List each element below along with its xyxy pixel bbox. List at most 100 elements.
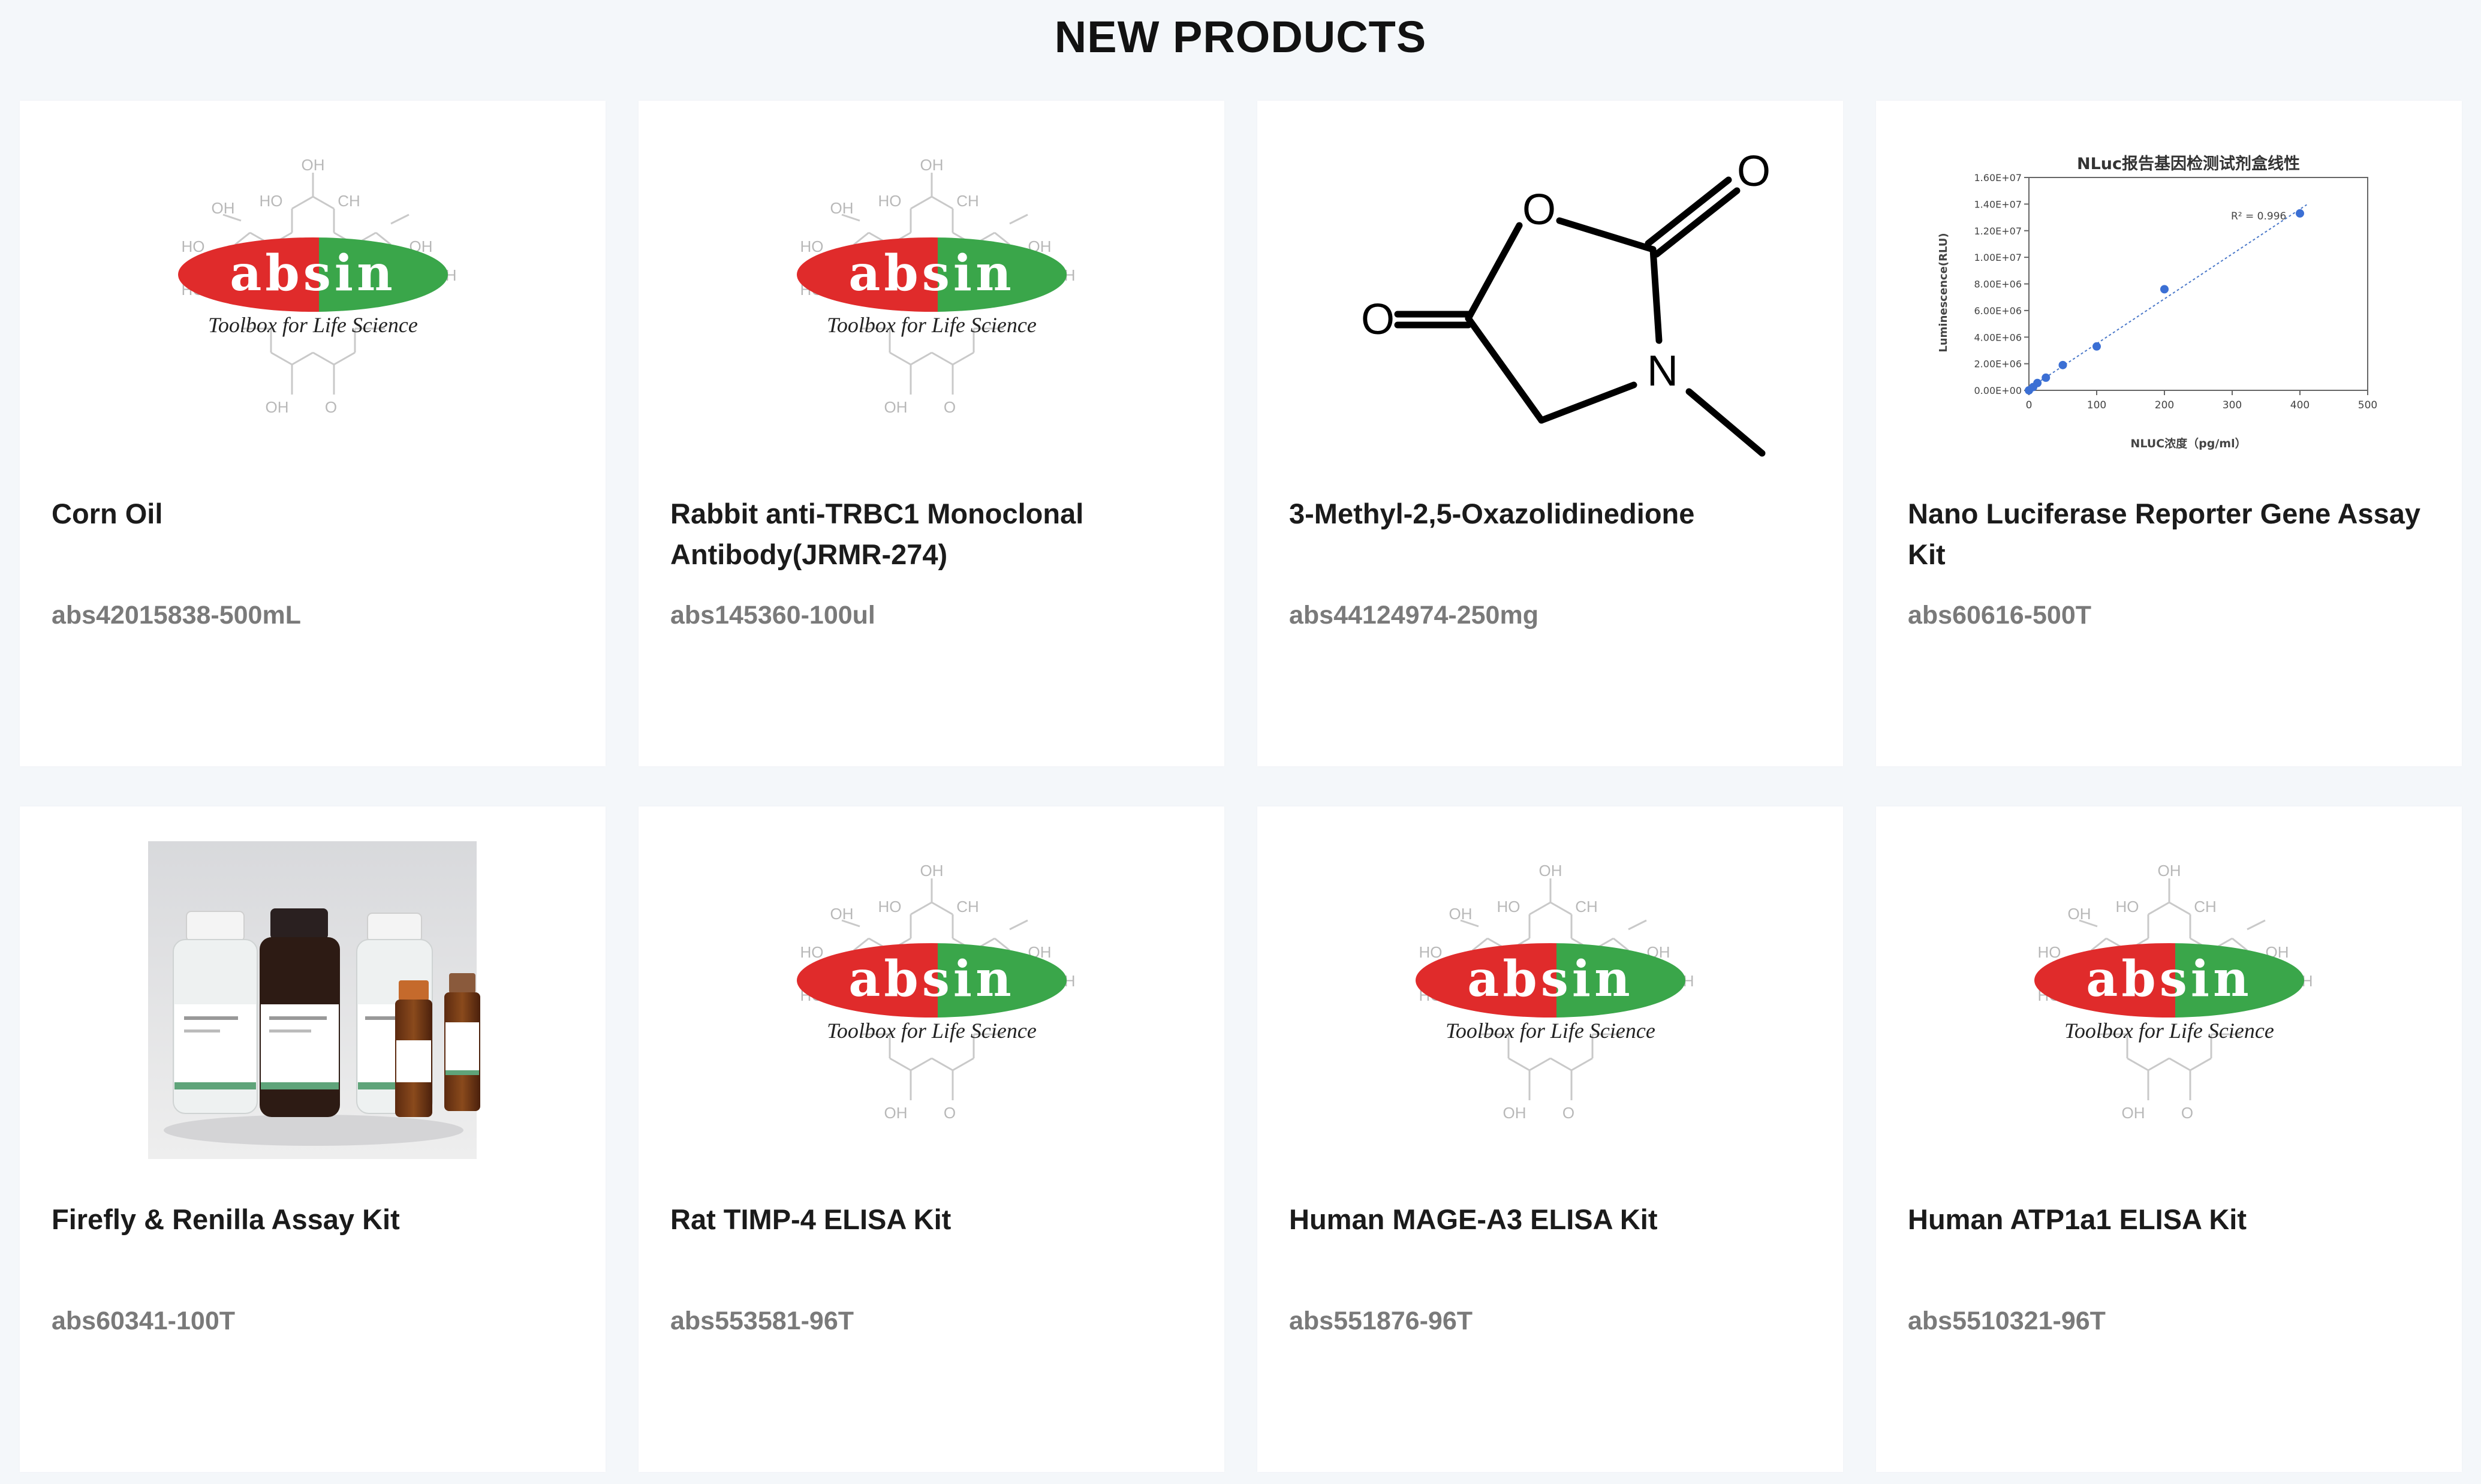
chart-y-label: Luminescence(RLU) <box>1937 233 1950 352</box>
product-image[interactable] <box>20 806 606 1178</box>
x-tick-label: 0 <box>2026 399 2033 411</box>
svg-text:HO: HO <box>800 237 823 255</box>
product-sku: abs60341-100T <box>52 1307 235 1335</box>
data-point <box>2058 360 2067 369</box>
y-tick-label: 4.00E+06 <box>1974 332 2022 343</box>
svg-text:HO: HO <box>878 192 901 210</box>
svg-text:OH: OH <box>830 905 853 923</box>
svg-text:HO: HO <box>1497 898 1520 916</box>
svg-text:CH: CH <box>2194 898 2217 916</box>
svg-text:Toolbox for Life Science: Toolbox for Life Science <box>827 1019 1037 1043</box>
svg-text:HO: HO <box>800 943 823 961</box>
bond <box>1645 176 1732 247</box>
y-tick-label: 1.40E+07 <box>1974 198 2022 210</box>
svg-text:OH: OH <box>2067 905 2091 923</box>
svg-text:OH: OH <box>884 398 907 416</box>
svg-text:HO: HO <box>878 898 901 916</box>
product-image[interactable]: OHHOCHOHHOOHOHHOOHOabsinToolbox for Life… <box>639 806 1224 1178</box>
svg-text:OH: OH <box>920 862 943 880</box>
svg-text:O: O <box>1562 1104 1574 1122</box>
svg-text:Toolbox for Life Science: Toolbox for Life Science <box>1446 1019 1655 1043</box>
bond <box>1653 187 1741 258</box>
product-grid: OHHOCHOHHOOHOHHOOHOabsinToolbox for Life… <box>20 101 2462 1474</box>
svg-text:absin: absin <box>848 950 1014 1008</box>
nitrogen-label: N <box>1647 347 1678 395</box>
svg-text:OH: OH <box>830 199 853 217</box>
svg-text:CH: CH <box>956 898 979 916</box>
svg-text:absin: absin <box>230 245 396 302</box>
standard-curve-chart: NLuc报告基因检测试剂盒线性 Luminescence(RLU) NLUC浓度… <box>1937 154 2377 450</box>
svg-text:HO: HO <box>259 192 282 210</box>
product-name[interactable]: Human ATP1a1 ELISA Kit <box>1908 1199 2435 1240</box>
product-name[interactable]: Corn Oil <box>52 493 579 534</box>
product-card[interactable]: OHHOCHOHHOOHOHHOOHOabsinToolbox for Life… <box>639 101 1224 766</box>
bond <box>1465 315 1545 424</box>
svg-text:HO: HO <box>2115 898 2139 916</box>
y-tick-label: 1.60E+07 <box>1974 172 2022 183</box>
chart-x-label: NLUC浓度（pg/ml） <box>2130 437 2246 450</box>
product-sku: abs145360-100ul <box>670 601 875 630</box>
bond <box>1649 246 1663 344</box>
x-tick-label: 400 <box>2290 399 2310 411</box>
page-title: NEW PRODUCTS <box>1054 12 1427 62</box>
product-name[interactable]: Firefly & Renilla Assay Kit <box>52 1199 579 1240</box>
x-tick-label: 200 <box>2155 399 2174 411</box>
y-tick-label: 1.20E+07 <box>1974 225 2022 237</box>
product-card[interactable]: OHHOCHOHHOOHOHHOOHOabsinToolbox for Life… <box>20 101 606 766</box>
amber-vial <box>444 973 480 1111</box>
product-name[interactable]: Rabbit anti-TRBC1 Monoclonal Antibody(JR… <box>670 493 1198 575</box>
product-image[interactable]: OHHOCHOHHOOHOHHOOHOabsinToolbox for Life… <box>1876 806 2462 1178</box>
product-sku: abs5510321-96T <box>1908 1307 2106 1335</box>
chart-title: NLuc报告基因检测试剂盒线性 <box>2077 154 2300 173</box>
oxygen-label: O <box>1737 148 1771 195</box>
product-card[interactable]: Firefly & Renilla Assay Kit abs60341-100… <box>20 806 606 1472</box>
data-point <box>2092 342 2101 351</box>
svg-text:absin: absin <box>2086 950 2252 1008</box>
chart-r2-annotation: R² = 0.996 <box>2231 210 2286 222</box>
product-name[interactable]: Human MAGE-A3 ELISA Kit <box>1289 1199 1817 1240</box>
bond <box>1538 381 1637 424</box>
absin-logo: OHHOCHOHHOOHOHHOOHOabsinToolbox for Life… <box>177 156 456 416</box>
product-name[interactable]: Nano Luciferase Reporter Gene Assay Kit <box>1908 493 2435 575</box>
data-point <box>2296 209 2304 218</box>
product-card[interactable]: O O O N 3-Methyl-2,5-Oxazolidinedione ab… <box>1257 101 1843 766</box>
svg-text:OH: OH <box>2157 862 2181 880</box>
product-name[interactable]: Rat TIMP-4 ELISA Kit <box>670 1199 1198 1240</box>
svg-text:absin: absin <box>1467 950 1633 1008</box>
data-point <box>2033 378 2042 387</box>
product-image[interactable]: NLuc报告基因检测试剂盒线性 Luminescence(RLU) NLUC浓度… <box>1876 101 2462 472</box>
absin-logo: OHHOCHOHHOOHOHHOOHOabsinToolbox for Life… <box>1415 862 1694 1122</box>
product-card[interactable]: OHHOCHOHHOOHOHHOOHOabsinToolbox for Life… <box>1876 806 2462 1472</box>
svg-text:O: O <box>943 398 955 416</box>
svg-text:OH: OH <box>265 398 288 416</box>
product-image[interactable]: OHHOCHOHHOOHOHHOOHOabsinToolbox for Life… <box>1257 806 1843 1178</box>
product-name[interactable]: 3-Methyl-2,5-Oxazolidinedione <box>1289 493 1817 534</box>
svg-text:O: O <box>943 1104 955 1122</box>
amber-vial <box>395 980 432 1117</box>
svg-text:OH: OH <box>301 156 324 174</box>
clear-bottle <box>173 911 258 1114</box>
svg-text:HO: HO <box>1419 943 1442 961</box>
product-image[interactable]: OHHOCHOHHOOHOHHOOHOabsinToolbox for Life… <box>639 101 1224 472</box>
trend-line <box>2028 204 2307 389</box>
svg-text:absin: absin <box>848 245 1014 302</box>
product-image[interactable]: OHHOCHOHHOOHOHHOOHOabsinToolbox for Life… <box>20 101 606 472</box>
svg-text:OH: OH <box>884 1104 907 1122</box>
product-card[interactable]: OHHOCHOHHOOHOHHOOHOabsinToolbox for Life… <box>1257 806 1843 1472</box>
svg-text:O: O <box>324 398 336 416</box>
svg-text:Toolbox for Life Science: Toolbox for Life Science <box>2064 1019 2274 1043</box>
svg-text:CH: CH <box>956 192 979 210</box>
product-card[interactable]: OHHOCHOHHOOHOHHOOHOabsinToolbox for Life… <box>639 806 1224 1472</box>
svg-text:OH: OH <box>1538 862 1562 880</box>
product-sku: abs42015838-500mL <box>52 601 301 630</box>
dark-bottle <box>260 908 340 1117</box>
x-tick-label: 100 <box>2087 399 2106 411</box>
svg-text:Toolbox for Life Science: Toolbox for Life Science <box>827 313 1037 337</box>
data-point <box>2042 373 2051 382</box>
product-sku: abs60616-500T <box>1908 601 2091 630</box>
x-tick-label: 500 <box>2358 399 2377 411</box>
svg-text:OH: OH <box>1449 905 1472 923</box>
x-tick-label: 300 <box>2223 399 2242 411</box>
product-image[interactable]: O O O N <box>1257 101 1843 472</box>
product-card[interactable]: NLuc报告基因检测试剂盒线性 Luminescence(RLU) NLUC浓度… <box>1876 101 2462 766</box>
